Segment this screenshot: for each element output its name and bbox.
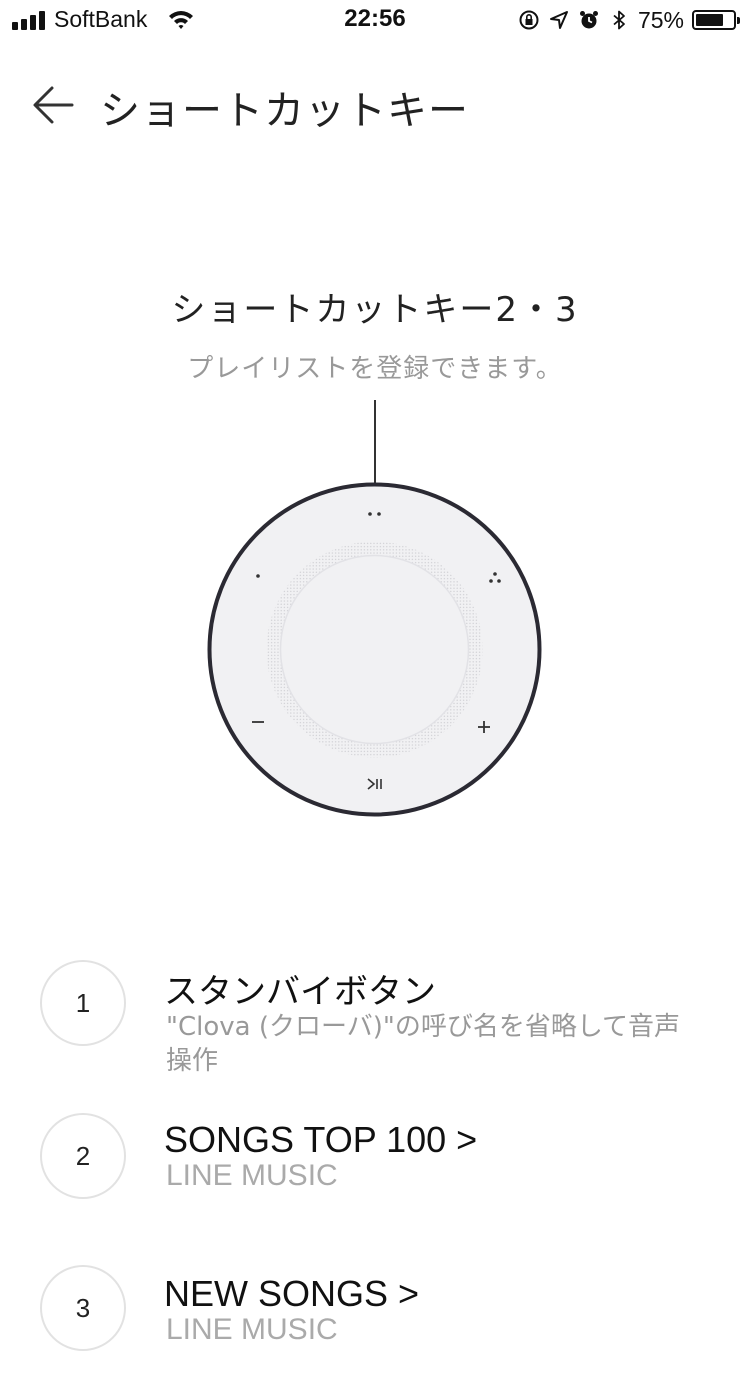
battery-percent: 75% <box>637 6 684 33</box>
list-number-badge: 3 <box>40 1265 126 1351</box>
status-bar: SoftBank 22:56 75% <box>0 0 750 40</box>
shortcut-1-button[interactable] <box>256 574 260 578</box>
battery-level <box>696 14 723 26</box>
header: ショートカットキー <box>0 60 750 150</box>
status-right-group: 75% <box>518 6 740 34</box>
list-number-badge: 1 <box>40 960 126 1046</box>
page-title: ショートカットキー <box>100 88 469 134</box>
list-item-title[interactable]: NEW SONGS > <box>164 1273 419 1315</box>
list-number-badge: 2 <box>40 1113 126 1199</box>
back-arrow-icon[interactable] <box>28 80 78 130</box>
shortcut-title: ショートカットキー2・3 <box>171 290 579 330</box>
list-item-title: スタンバイボタン <box>164 972 436 1012</box>
pointer-line <box>374 400 376 492</box>
list-item-subtitle: LINE MUSIC <box>166 1159 338 1192</box>
list-item[interactable]: 2 SONGS TOP 100 > LINE MUSIC <box>0 1113 750 1243</box>
speaker-top-illustration <box>207 482 542 817</box>
list-item[interactable]: 1 スタンバイボタン "Clova (クローバ)"の呼び名を省略して音声操作 <box>0 960 750 1090</box>
location-icon <box>549 11 568 29</box>
battery-icon <box>692 10 740 30</box>
list-item-title[interactable]: SONGS TOP 100 > <box>164 1119 477 1161</box>
list-item[interactable]: 3 NEW SONGS > LINE MUSIC <box>0 1265 750 1395</box>
list-item-subtitle: "Clova (クローバ)"の呼び名を省略して音声操作 <box>166 1012 681 1076</box>
alarm-icon <box>579 11 598 29</box>
shortcut-description: プレイリストを登録できます。 <box>187 354 563 384</box>
list-item-subtitle: LINE MUSIC <box>166 1313 338 1346</box>
speaker-center <box>280 555 469 744</box>
bluetooth-icon <box>613 10 625 30</box>
rotation-lock-icon <box>519 10 539 30</box>
